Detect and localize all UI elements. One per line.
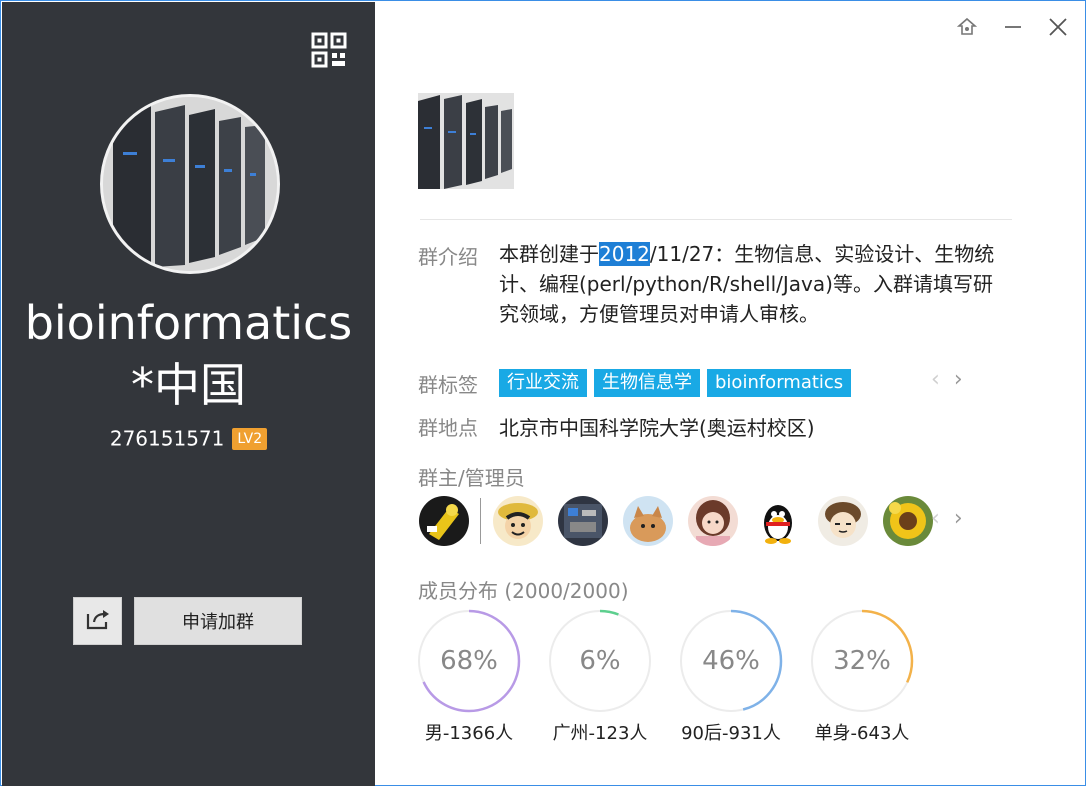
minimize-icon bbox=[1003, 17, 1023, 41]
group-summary-panel: bioinformatics *中国 276151571 LV2 申请加群 bbox=[2, 2, 375, 786]
stat-ring: 68% bbox=[417, 609, 521, 713]
group-profile-window: bioinformatics *中国 276151571 LV2 申请加群 群介… bbox=[0, 0, 1086, 786]
group-photo-thumbnail[interactable] bbox=[418, 93, 514, 189]
distribution-count: (2000/2000) bbox=[504, 579, 629, 603]
admin-avatar[interactable] bbox=[688, 496, 738, 546]
close-button[interactable] bbox=[1044, 15, 1072, 43]
group-name-line1: bioinformatics bbox=[24, 296, 353, 350]
stat-ring: 32% bbox=[810, 609, 914, 713]
distribution-label: 成员分布 (2000/2000) bbox=[418, 575, 629, 604]
location-label: 群地点 bbox=[418, 416, 478, 440]
stat-value: 46% bbox=[702, 646, 760, 676]
stat-value: 6% bbox=[579, 646, 621, 676]
pin-button[interactable] bbox=[953, 15, 981, 43]
close-icon bbox=[1048, 17, 1068, 41]
chevron-left-icon[interactable]: ‹ bbox=[931, 367, 940, 392]
divider bbox=[420, 219, 1012, 220]
location-value: 北京市中国科学院大学(奥运村校区) bbox=[499, 416, 815, 440]
qr-code-icon[interactable] bbox=[311, 32, 347, 68]
tag-list: 行业交流 生物信息学 bioinformatics bbox=[499, 369, 852, 397]
pin-icon bbox=[956, 17, 978, 41]
stat-label: 广州-123人 bbox=[552, 723, 648, 744]
admin-avatar[interactable] bbox=[623, 496, 673, 546]
share-button[interactable] bbox=[73, 597, 122, 645]
tag-item[interactable]: 生物信息学 bbox=[594, 369, 700, 397]
admin-avatar[interactable] bbox=[558, 496, 608, 546]
minimize-button[interactable] bbox=[999, 15, 1027, 43]
admin-avatar[interactable] bbox=[818, 496, 868, 546]
stat-label: 90后-931人 bbox=[681, 723, 781, 744]
stat-ring: 6% bbox=[548, 609, 652, 713]
level-badge: LV2 bbox=[232, 427, 268, 450]
stat-item: 32% 单身-643人 bbox=[810, 609, 941, 745]
group-name: bioinformatics *中国 bbox=[2, 292, 375, 416]
chevron-left-icon[interactable]: ‹ bbox=[931, 506, 940, 531]
group-id-row: 276151571 LV2 bbox=[2, 425, 375, 451]
distribution-title: 成员分布 bbox=[418, 579, 498, 603]
owner-avatar[interactable] bbox=[419, 496, 469, 546]
tag-item[interactable]: bioinformatics bbox=[707, 369, 852, 397]
admin-avatar[interactable] bbox=[883, 496, 933, 546]
chevron-right-icon[interactable]: › bbox=[954, 506, 963, 531]
tag-item[interactable]: 行业交流 bbox=[499, 369, 587, 397]
intro-text: 本群创建于2012/11/27：生物信息、实验设计、生物统计、编程(perl/p… bbox=[499, 239, 1004, 329]
intro-label: 群介绍 bbox=[418, 245, 478, 269]
group-avatar[interactable] bbox=[100, 94, 280, 274]
stat-item: 6% 广州-123人 bbox=[548, 609, 679, 745]
tags-label: 群标签 bbox=[418, 373, 478, 397]
stat-ring: 46% bbox=[679, 609, 783, 713]
share-icon bbox=[86, 608, 110, 634]
admins-label: 群主/管理员 bbox=[418, 466, 525, 490]
group-id: 276151571 bbox=[109, 426, 225, 451]
member-stats: 68% 男-1366人 6% 广州-123人 46% 90后-931人 32% … bbox=[417, 609, 941, 745]
join-group-button[interactable]: 申请加群 bbox=[134, 597, 302, 645]
stat-item: 46% 90后-931人 bbox=[679, 609, 810, 745]
intro-highlight: 2012 bbox=[599, 242, 650, 266]
stat-label: 单身-643人 bbox=[814, 723, 910, 744]
admin-avatar[interactable] bbox=[493, 496, 543, 546]
chevron-right-icon[interactable]: › bbox=[954, 367, 963, 392]
intro-prefix: 本群创建于 bbox=[499, 242, 599, 266]
owner-separator bbox=[480, 498, 481, 544]
admins-nav: ‹ › bbox=[931, 506, 963, 531]
tags-nav: ‹ › bbox=[931, 367, 963, 392]
admin-avatar[interactable] bbox=[753, 496, 803, 546]
group-name-line2: *中国 bbox=[131, 358, 246, 412]
stat-item: 68% 男-1366人 bbox=[417, 609, 548, 745]
stat-label: 男-1366人 bbox=[424, 723, 514, 744]
stat-value: 68% bbox=[440, 646, 498, 676]
stat-value: 32% bbox=[833, 646, 891, 676]
admin-list bbox=[419, 496, 948, 546]
